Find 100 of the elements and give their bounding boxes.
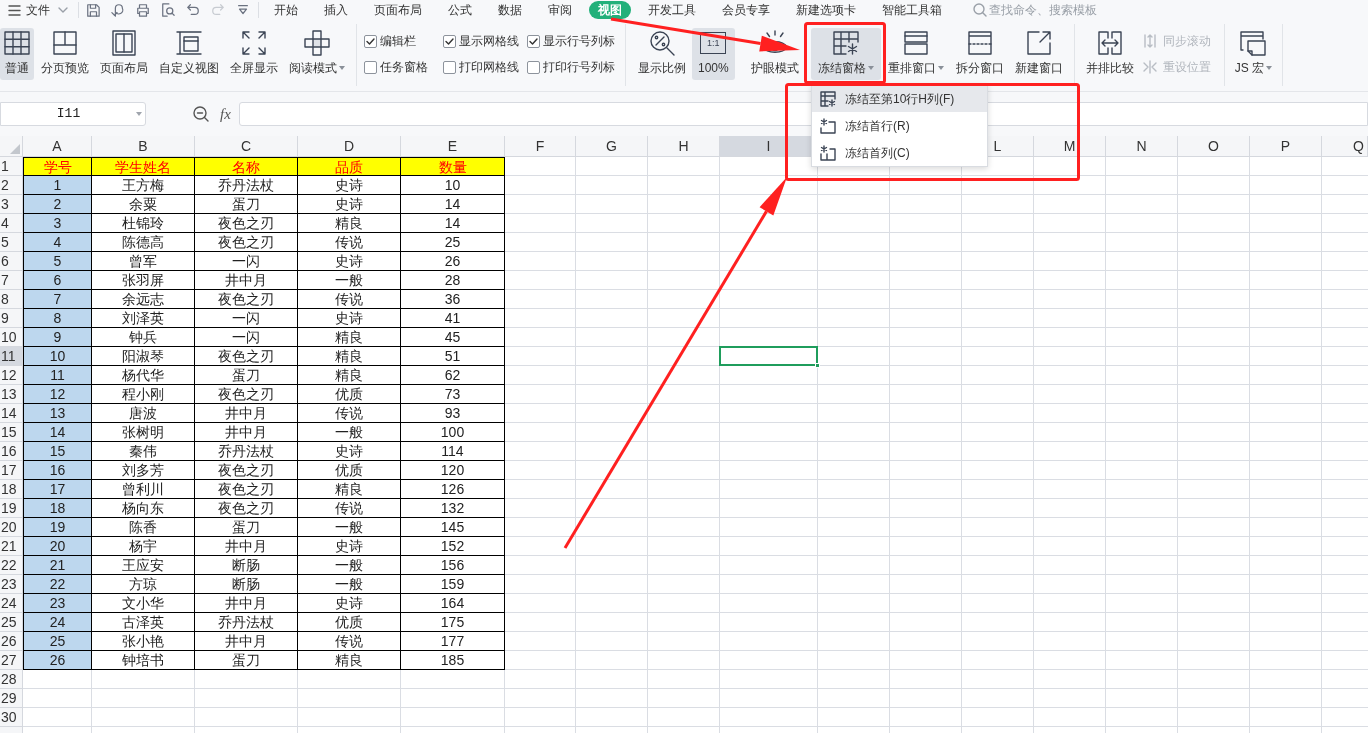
row-header[interactable]: 3 bbox=[0, 195, 23, 214]
page-magnifier-icon[interactable] bbox=[161, 3, 175, 17]
zoom-ratio-button[interactable]: 显示比例 bbox=[634, 28, 690, 80]
checkbox-label[interactable]: 显示行号列标 bbox=[543, 34, 615, 48]
row-header[interactable]: 11 bbox=[0, 347, 23, 366]
checkbox[interactable] bbox=[527, 60, 540, 74]
row-header[interactable]: 23 bbox=[0, 575, 23, 594]
column-header[interactable]: P bbox=[1250, 136, 1322, 157]
column-header[interactable]: O bbox=[1178, 136, 1250, 157]
search-field[interactable]: 查找命令、搜索模板 bbox=[973, 1, 1105, 19]
function-button[interactable]: fx bbox=[220, 105, 231, 123]
table-cell: 程小刚 bbox=[92, 385, 195, 404]
row-header[interactable]: 27 bbox=[0, 651, 23, 670]
checkbox[interactable] bbox=[443, 34, 456, 48]
menu-item[interactable]: 冻结首行(R) bbox=[812, 112, 987, 139]
column-header[interactable]: B bbox=[92, 136, 195, 157]
print-icon[interactable] bbox=[136, 3, 150, 17]
page-break-preview-button[interactable]: 分页预览 bbox=[37, 28, 93, 80]
arrange-windows-button[interactable]: 重排窗口 bbox=[883, 28, 948, 80]
js-macro-button[interactable]: JS 宏 bbox=[1230, 28, 1277, 80]
side-by-side-button[interactable]: 并排比较 bbox=[1081, 28, 1138, 80]
row-header[interactable]: 10 bbox=[0, 328, 23, 347]
column-header[interactable]: D bbox=[298, 136, 401, 157]
normal-view-button[interactable]: 普通 bbox=[0, 28, 34, 80]
row-header[interactable]: 30 bbox=[0, 708, 23, 727]
column-header[interactable]: H bbox=[648, 136, 720, 157]
menu-item[interactable]: 冻结至第10行H列(F) bbox=[812, 85, 987, 112]
row-header[interactable]: 9 bbox=[0, 309, 23, 328]
row-header[interactable]: 16 bbox=[0, 442, 23, 461]
checkbox-label[interactable]: 打印网格线 bbox=[459, 60, 519, 74]
name-box[interactable]: I11 bbox=[0, 102, 146, 126]
ribbon-tab[interactable]: 会员专享 bbox=[713, 1, 779, 19]
actual-size-button[interactable]: 1:1 100% bbox=[692, 28, 735, 80]
row-header[interactable]: 15 bbox=[0, 423, 23, 442]
row-header[interactable]: 24 bbox=[0, 594, 23, 613]
table-cell: 18 bbox=[23, 499, 92, 518]
column-header[interactable]: M bbox=[1034, 136, 1106, 157]
row-header[interactable]: 17 bbox=[0, 461, 23, 480]
dropdown-icon[interactable] bbox=[236, 3, 250, 17]
checkbox-label[interactable]: 任务窗格 bbox=[380, 60, 428, 74]
freeze-panes-button[interactable]: 冻结窗格 bbox=[810, 28, 881, 80]
ribbon-tab[interactable]: 公式 bbox=[439, 1, 481, 19]
checkbox-label[interactable]: 显示网格线 bbox=[459, 34, 519, 48]
column-header[interactable]: A bbox=[23, 136, 92, 157]
row-header[interactable]: 2 bbox=[0, 176, 23, 195]
custom-view-button[interactable]: 自定义视图 bbox=[155, 28, 223, 80]
checkbox[interactable] bbox=[364, 60, 377, 74]
row-header[interactable]: 22 bbox=[0, 556, 23, 575]
file-menu[interactable]: 文件 bbox=[8, 1, 68, 19]
row-header[interactable]: 4 bbox=[0, 214, 23, 233]
active-cell[interactable] bbox=[719, 346, 818, 366]
row-header[interactable]: 20 bbox=[0, 518, 23, 537]
row-header[interactable]: 14 bbox=[0, 404, 23, 423]
ribbon-tab[interactable]: 审阅 bbox=[539, 1, 581, 19]
table-cell: 传说 bbox=[298, 632, 401, 651]
row-header[interactable]: 25 bbox=[0, 613, 23, 632]
row-header[interactable]: 26 bbox=[0, 632, 23, 651]
split-window-button[interactable]: 拆分窗口 bbox=[951, 28, 1008, 80]
zoom-out-icon[interactable] bbox=[193, 106, 209, 122]
search-icon bbox=[973, 3, 987, 17]
checkbox[interactable] bbox=[527, 34, 540, 48]
ribbon-tab[interactable]: 插入 bbox=[315, 1, 357, 19]
row-header[interactable]: 6 bbox=[0, 252, 23, 271]
ribbon-tab[interactable]: 开始 bbox=[265, 1, 307, 19]
save-icon[interactable] bbox=[86, 3, 100, 17]
row-header[interactable]: 21 bbox=[0, 537, 23, 556]
new-window-button[interactable]: 新建窗口 bbox=[1010, 28, 1067, 80]
table-cell: 2 bbox=[23, 195, 92, 214]
ribbon-tab[interactable]: 智能工具箱 bbox=[873, 1, 951, 19]
row-header[interactable]: 29 bbox=[0, 689, 23, 708]
checkbox-label[interactable]: 编辑栏 bbox=[380, 34, 416, 48]
ribbon-tab[interactable]: 开发工具 bbox=[639, 1, 705, 19]
checkbox-label[interactable]: 打印行号列标 bbox=[543, 60, 615, 74]
row-header[interactable]: 19 bbox=[0, 499, 23, 518]
full-screen-button[interactable]: 全屏显示 bbox=[226, 28, 282, 80]
column-header[interactable]: N bbox=[1106, 136, 1178, 157]
hook-arrow-icon[interactable] bbox=[111, 3, 125, 17]
row-header[interactable]: 7 bbox=[0, 271, 23, 290]
checkbox[interactable] bbox=[364, 34, 377, 48]
ribbon-tab[interactable]: 新建选项卡 bbox=[787, 1, 865, 19]
row-header[interactable]: 1 bbox=[0, 157, 23, 176]
row-header[interactable]: 28 bbox=[0, 670, 23, 689]
column-header[interactable]: Q bbox=[1322, 136, 1368, 157]
column-header[interactable]: C bbox=[195, 136, 298, 157]
menu-item[interactable]: 冻结首列(C) bbox=[812, 139, 987, 166]
row-header[interactable]: 12 bbox=[0, 366, 23, 385]
ribbon-tab[interactable]: 页面布局 bbox=[365, 1, 431, 19]
row-header[interactable]: 18 bbox=[0, 480, 23, 499]
column-header[interactable]: G bbox=[576, 136, 648, 157]
row-header[interactable]: 13 bbox=[0, 385, 23, 404]
row-header[interactable]: 8 bbox=[0, 290, 23, 309]
undo-icon[interactable] bbox=[186, 3, 200, 17]
checkbox[interactable] bbox=[443, 60, 456, 74]
column-header[interactable]: E bbox=[401, 136, 505, 157]
ribbon-tab[interactable]: 数据 bbox=[489, 1, 531, 19]
page-layout-button[interactable]: 页面布局 bbox=[96, 28, 152, 80]
fill-handle[interactable] bbox=[815, 363, 820, 368]
reading-mode-button[interactable]: 阅读模式 bbox=[285, 28, 349, 80]
row-header[interactable]: 5 bbox=[0, 233, 23, 252]
column-header[interactable]: F bbox=[505, 136, 576, 157]
